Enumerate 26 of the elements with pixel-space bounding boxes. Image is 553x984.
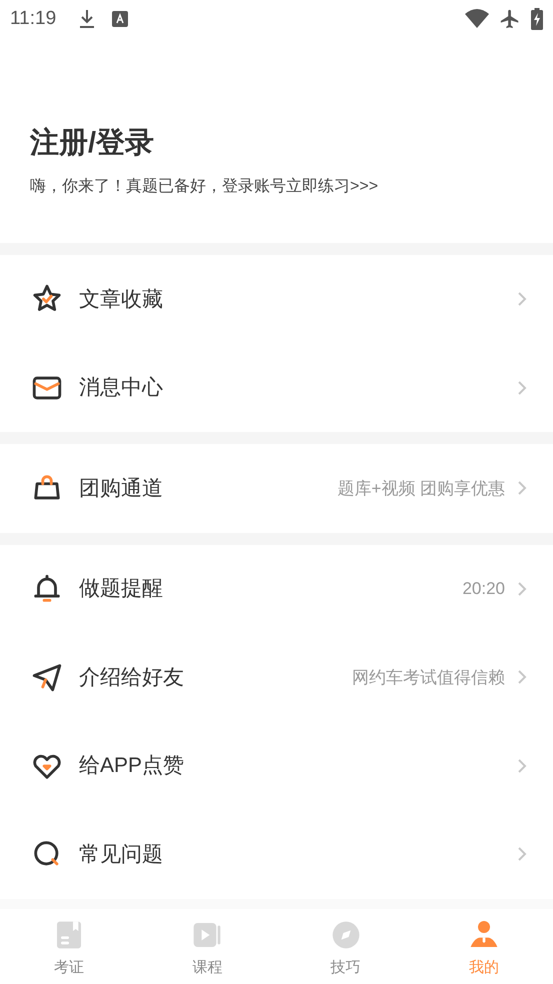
chevron-right-icon — [517, 480, 527, 496]
download-icon — [78, 9, 96, 29]
airplane-icon — [499, 8, 521, 30]
keyboard-a-icon — [112, 11, 128, 27]
menu-item[interactable]: 给APP点赞 — [0, 722, 553, 810]
tab-bar-item[interactable]: 课程 — [138, 908, 276, 984]
chevron-right-icon — [517, 846, 527, 862]
chevron-right-icon — [517, 380, 527, 396]
chevron-right-icon — [517, 291, 527, 308]
chevron-right-icon — [517, 669, 527, 686]
login-title[interactable]: 注册/登录 — [30, 122, 553, 165]
menu-item[interactable]: 文章收藏 — [0, 255, 553, 344]
menu-item[interactable]: 做题提醒 20:20 — [0, 544, 553, 633]
menu-item[interactable]: 介绍给好友 网约车考试值得信赖 — [0, 633, 553, 722]
wifi-icon — [465, 9, 489, 29]
compass-icon — [330, 918, 362, 950]
login-subtitle[interactable]: 嗨，你来了！真题已备好，登录账号立即练习>>> — [30, 175, 553, 199]
chevron-right-icon — [517, 758, 527, 774]
tab-bar-item[interactable]: 技巧 — [276, 908, 415, 984]
tab-bar-item[interactable]: 考证 — [0, 908, 138, 984]
menu-item[interactable]: 常见问题 — [0, 810, 553, 898]
menu-item[interactable]: 团购通道 题库+视频 团购享优惠 — [0, 444, 553, 532]
battery-charging-icon — [531, 8, 543, 30]
menu-item[interactable]: 消息中心 — [0, 344, 553, 432]
chevron-right-icon — [517, 580, 527, 597]
status-time: 11:19 — [10, 6, 56, 31]
